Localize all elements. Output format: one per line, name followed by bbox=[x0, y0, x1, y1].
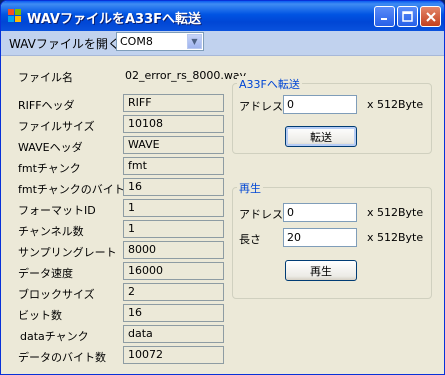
file-name-label: ファイル名 bbox=[18, 71, 73, 84]
field-value: 1 bbox=[123, 220, 224, 238]
chevron-down-icon[interactable]: ▼ bbox=[187, 34, 202, 49]
play-address-unit: x 512Byte bbox=[367, 206, 424, 219]
field-value: 2 bbox=[123, 283, 224, 301]
windows-app-icon bbox=[8, 9, 21, 22]
play-address-input[interactable]: 0 bbox=[283, 203, 357, 222]
field-value: 1 bbox=[123, 199, 224, 217]
field-label: fmtチャンク bbox=[18, 162, 81, 175]
transfer-address-input[interactable]: 0 bbox=[283, 95, 357, 114]
window-title: WAVファイルをA33Fへ転送 bbox=[27, 12, 202, 27]
field-value: 8000 bbox=[123, 241, 224, 259]
field-label: チャンネル数 bbox=[18, 225, 84, 238]
port-value: COM8 bbox=[120, 35, 153, 48]
menu-bar: WAVファイルを開く bbox=[1, 31, 444, 56]
close-button[interactable] bbox=[420, 6, 441, 27]
field-value: 10108 bbox=[123, 115, 224, 133]
field-value: 10072 bbox=[123, 346, 224, 364]
main-window: WAVファイルをA33Fへ転送 WAVファイルを開く COM8 ▼ ファイル名 … bbox=[0, 0, 445, 375]
play-group-title: 再生 bbox=[237, 180, 263, 196]
play-button[interactable]: 再生 bbox=[285, 260, 357, 281]
field-value: 16 bbox=[123, 304, 224, 322]
field-value: 16000 bbox=[123, 262, 224, 280]
maximize-icon bbox=[402, 11, 413, 22]
field-value: fmt bbox=[123, 157, 224, 175]
transfer-button[interactable]: 転送 bbox=[285, 126, 357, 147]
field-label: ブロックサイズ bbox=[18, 288, 95, 301]
field-label: ビット数 bbox=[18, 309, 62, 322]
title-bar[interactable]: WAVファイルをA33Fへ転送 bbox=[1, 1, 444, 31]
transfer-address-unit: x 512Byte bbox=[367, 98, 424, 111]
field-value: data bbox=[123, 325, 224, 343]
close-icon bbox=[425, 11, 436, 22]
open-wav-menu[interactable]: WAVファイルを開く bbox=[9, 35, 120, 52]
transfer-group-title: A33Fへ転送 bbox=[237, 76, 302, 92]
field-value: RIFF bbox=[123, 94, 224, 112]
minimize-icon bbox=[381, 18, 387, 20]
minimize-button[interactable] bbox=[374, 6, 395, 27]
field-label: フォーマットID bbox=[18, 204, 96, 217]
port-select[interactable]: COM8 ▼ bbox=[116, 32, 204, 51]
play-length-unit: x 512Byte bbox=[367, 231, 424, 244]
field-label: データ速度 bbox=[18, 267, 73, 280]
field-label: RIFFヘッダ bbox=[18, 99, 75, 112]
play-length-input[interactable]: 20 bbox=[283, 228, 357, 247]
maximize-button[interactable] bbox=[397, 6, 418, 27]
field-value: 16 bbox=[123, 178, 224, 196]
file-name-value: 02_error_rs_8000.wav bbox=[125, 69, 247, 82]
field-value: WAVE bbox=[123, 136, 224, 154]
field-label: データのバイト数 bbox=[18, 351, 106, 364]
play-address-label: アドレス bbox=[239, 208, 283, 221]
field-label: dataチャンク bbox=[20, 330, 89, 343]
transfer-address-label: アドレス bbox=[239, 100, 283, 113]
field-label: ファイルサイズ bbox=[18, 120, 95, 133]
field-label: fmtチャンクのバイト数 bbox=[18, 183, 136, 196]
field-label: WAVEヘッダ bbox=[18, 141, 83, 154]
play-length-label: 長さ bbox=[239, 233, 261, 246]
field-label: サンプリングレート bbox=[18, 246, 117, 259]
